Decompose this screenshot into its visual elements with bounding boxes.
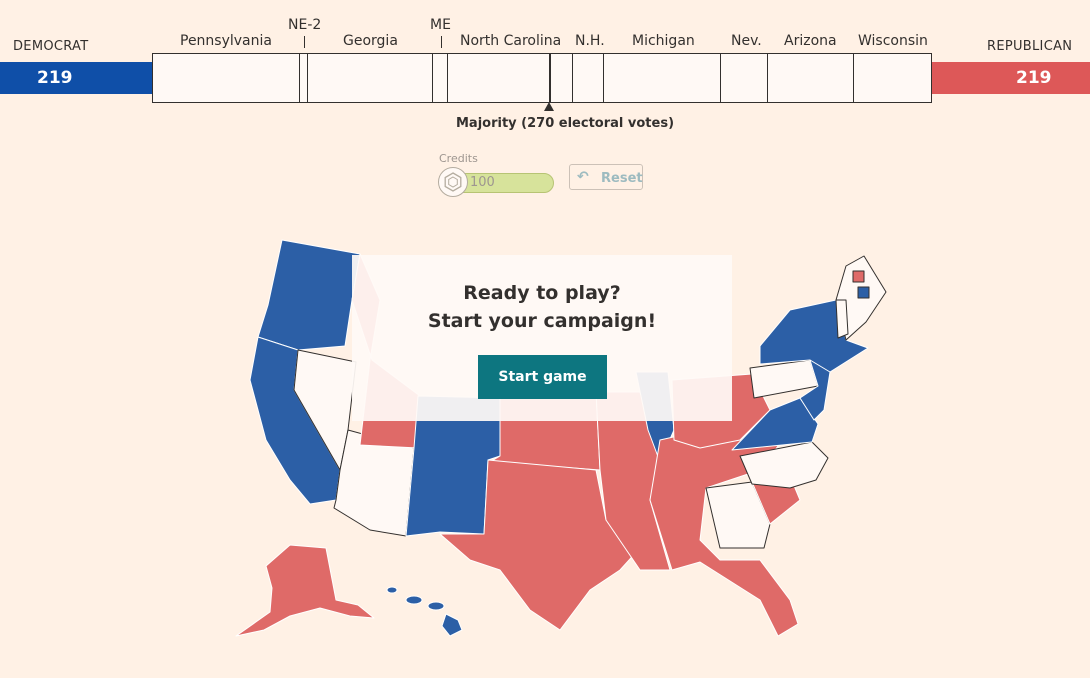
state-hawaii-maui[interactable] <box>427 601 445 611</box>
maine-district-dem[interactable] <box>857 286 870 299</box>
modal-title-line1: Ready to play? <box>463 282 621 304</box>
start-game-button[interactable]: Start game <box>478 355 607 399</box>
maine-district-rep[interactable] <box>852 270 865 283</box>
state-alaska[interactable] <box>235 544 375 637</box>
state-washington-oregon[interactable] <box>257 239 361 351</box>
state-hawaii-big-island[interactable] <box>441 613 463 637</box>
modal-title-line2: Start your campaign! <box>427 310 657 332</box>
state-hawaii-mid[interactable] <box>405 595 423 605</box>
state-new-hampshire[interactable] <box>835 299 849 339</box>
start-modal: Ready to play? Start your campaign! Star… <box>352 255 732 421</box>
state-hawaii-west[interactable] <box>386 586 398 594</box>
